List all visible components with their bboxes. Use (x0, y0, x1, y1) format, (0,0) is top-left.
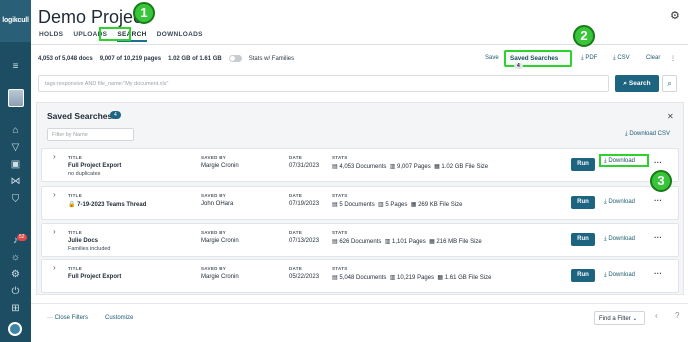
saved-searches-button[interactable]: Saved Searches4 (504, 50, 572, 69)
gear-icon[interactable]: ⚙ (670, 9, 680, 22)
chevron-left-icon[interactable]: ‹ (655, 311, 658, 320)
chevron-right-icon[interactable]: › (53, 263, 56, 272)
size-stat: 1.02 GB of 1.61 GB (168, 55, 222, 62)
callout-2: 2 (573, 25, 595, 47)
more-options-icon[interactable]: ··· (654, 269, 662, 278)
stats-cell: STATS ▤ 5,048 Documents ▥ 10,219 Pages ▦… (332, 266, 492, 281)
saved-by-cell: SAVED BY Margie Cronin (201, 230, 239, 244)
date-cell: DATE 07/31/2023 (289, 155, 320, 169)
more-options-icon[interactable]: ··· (654, 196, 662, 205)
stats-cell: STATS ▤ 5 Documents ▥ 5 Pages ▦ 269 KB F… (332, 193, 463, 208)
export-pdf-button[interactable]: ⤓ PDF (581, 55, 597, 62)
families-label: Stats w/ Families (248, 55, 295, 62)
title-cell: TITLE 🔒 7-19-2023 Teams Thread (68, 193, 147, 208)
sidebar: logikcull ≡ ⌂ ▽ ▣ ⋈ ⛉ ♪ 52 ☼ ⚙ ⏻ ⊞ (0, 0, 31, 342)
stats-cell: STATS ▤ 626 Documents ▥ 1,101 Pages ▦ 21… (332, 230, 482, 245)
search-tab-highlight (99, 27, 131, 41)
download-button[interactable]: ⤓ Download (599, 154, 649, 167)
families-toggle[interactable] (228, 55, 242, 62)
help-logo-icon[interactable] (8, 322, 22, 336)
avatar[interactable] (8, 89, 24, 107)
saved-by-cell: SAVED BY Margie Cronin (201, 155, 239, 169)
help-icon[interactable]: ? (675, 311, 679, 320)
download-button[interactable]: ⤓ Download (604, 236, 635, 243)
chevron-right-icon[interactable]: › (53, 152, 56, 161)
saved-by-cell: SAVED BY Margie Cronin (201, 266, 239, 280)
tab-downloads[interactable]: DOWNLOADS (157, 31, 203, 38)
more-options-icon[interactable]: ··· (654, 233, 662, 242)
close-icon[interactable]: ✕ (667, 112, 674, 121)
tab-holds[interactable]: HOLDS (39, 31, 63, 38)
date-cell: DATE 05/22/2023 (289, 266, 320, 280)
filter-by-name-input[interactable]: Filter by Name (47, 128, 134, 141)
home-icon[interactable]: ⌂ (9, 124, 22, 137)
stats-cell: STATS ▤ 4,053 Documents ▥ 9,007 Pages ▦ … (332, 155, 489, 170)
date-cell: DATE 07/13/2023 (289, 230, 320, 244)
panel-title: Saved Searches (47, 111, 113, 121)
title-cell: TITLE Full Project Export no duplicates (68, 155, 122, 177)
footer-divider (31, 303, 688, 304)
close-filters-button[interactable]: ··· Close Filters (47, 315, 88, 321)
find-filter-select[interactable]: Find a Filter ⌄ (594, 311, 645, 325)
export-csv-button[interactable]: ⤓ CSV (613, 55, 630, 62)
logo: logikcull (0, 0, 31, 42)
run-button[interactable]: Run (571, 158, 595, 171)
menu-collapse-icon[interactable]: ≡ (9, 60, 22, 73)
clear-button[interactable]: Clear (646, 55, 660, 61)
shield-icon[interactable]: ⛉ (9, 193, 22, 206)
more-options-icon[interactable]: ··· (654, 158, 662, 167)
run-button[interactable]: Run (571, 196, 595, 209)
search-button[interactable]: ⌕ Search (615, 75, 659, 92)
filter-icon[interactable]: ▽ (9, 141, 22, 154)
chevron-right-icon[interactable]: › (53, 227, 56, 236)
title-cell: TITLE Full Project Export (68, 266, 122, 280)
search-query-input[interactable]: tags:responsive AND file_name:"My docume… (38, 75, 609, 92)
saved-search-row: › TITLE Full Project Export no duplicate… (41, 148, 679, 182)
saved-by-cell: SAVED BY John OHara (201, 193, 234, 207)
folder-icon[interactable]: ▣ (9, 158, 22, 171)
saved-search-row: › TITLE 🔒 7-19-2023 Teams Thread SAVED B… (41, 186, 679, 220)
customize-button[interactable]: Customize (105, 315, 133, 321)
saved-search-row: › TITLE Full Project Export SAVED BY Mar… (41, 259, 679, 293)
download-csv-button[interactable]: ⤓ Download CSV (625, 131, 670, 138)
advanced-search-icon[interactable]: ⌕ (662, 75, 677, 92)
sun-icon[interactable]: ☼ (9, 251, 22, 264)
panel-count-badge: 4 (110, 111, 121, 119)
share-icon[interactable]: ⋈ (9, 175, 22, 188)
date-cell: DATE 07/19/2023 (289, 193, 320, 207)
save-button[interactable]: Save (485, 55, 499, 61)
download-button[interactable]: ⤓ Download (604, 199, 635, 206)
callout-3: 3 (650, 170, 672, 192)
power-icon[interactable]: ⏻ (9, 285, 22, 298)
chevron-right-icon[interactable]: › (53, 190, 56, 199)
stats-bar: 4,053 of 5,048 docs 9,007 of 10,219 page… (38, 55, 294, 62)
docs-stat: 4,053 of 5,048 docs (38, 55, 93, 62)
callout-1: 1 (133, 2, 155, 24)
more-icon[interactable]: ⋮ (670, 55, 676, 62)
run-button[interactable]: Run (571, 233, 595, 246)
saved-search-row: › TITLE Julie Docs Families included SAV… (41, 223, 679, 257)
pages-stat: 9,007 of 10,219 pages (99, 55, 162, 62)
download-button[interactable]: ⤓ Download (604, 272, 635, 279)
run-button[interactable]: Run (571, 269, 595, 282)
reports-icon[interactable]: ⊞ (9, 302, 22, 315)
saved-count-badge: 4 (514, 63, 523, 69)
settings-icon[interactable]: ⚙ (9, 268, 22, 281)
page-title: Demo Project (38, 7, 148, 27)
notification-badge: 52 (17, 234, 27, 241)
title-cell: TITLE Julie Docs Families included (68, 230, 111, 252)
